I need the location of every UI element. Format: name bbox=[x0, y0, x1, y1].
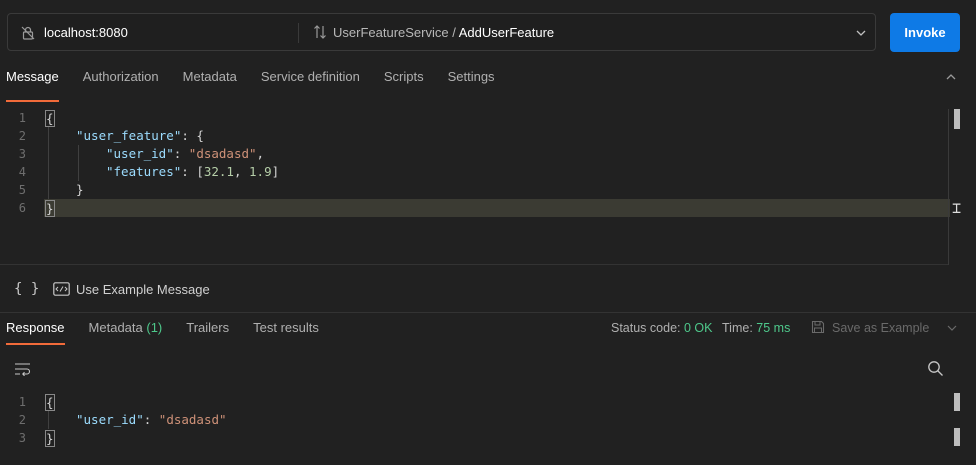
editor-edge bbox=[948, 109, 949, 265]
tab-metadata[interactable]: Metadata bbox=[177, 68, 243, 94]
tab-settings[interactable]: Settings bbox=[442, 68, 501, 94]
tab-response[interactable]: Response bbox=[0, 319, 71, 345]
tab-authorization[interactable]: Authorization bbox=[77, 68, 165, 94]
json-punct: : bbox=[173, 146, 189, 161]
time-value: 75 ms bbox=[756, 321, 791, 335]
response-scrollbar[interactable] bbox=[954, 393, 960, 411]
status-code: Status code: 0 OK bbox=[611, 321, 712, 335]
code-line-6: } bbox=[45, 200, 55, 217]
json-number: 1.9 bbox=[249, 164, 272, 179]
response-line-3: } bbox=[45, 430, 55, 447]
unary-arrows-icon bbox=[314, 25, 326, 39]
editor-divider bbox=[0, 264, 948, 265]
line-number: 1 bbox=[18, 111, 26, 125]
tab-label: Metadata bbox=[88, 320, 143, 335]
code-line-2: "user_feature": { bbox=[76, 128, 204, 143]
request-bar: localhost:8080 UserFeatureService / AddU… bbox=[7, 13, 876, 51]
tab-trailers[interactable]: Trailers bbox=[180, 319, 235, 337]
line-number: 3 bbox=[18, 147, 26, 161]
tab-response-metadata[interactable]: Metadata (1) bbox=[83, 319, 169, 337]
line-number: 6 bbox=[18, 201, 26, 215]
code-line-1: { bbox=[45, 110, 55, 127]
save-as-example-button[interactable]: Save as Example bbox=[832, 321, 929, 335]
json-string: "dsadasd" bbox=[158, 412, 227, 427]
json-number: 32.1 bbox=[203, 164, 234, 179]
line-number: 1 bbox=[18, 395, 26, 409]
status-value: 0 OK bbox=[683, 321, 713, 335]
indent-guide bbox=[78, 145, 79, 181]
chevron-up-icon[interactable] bbox=[944, 70, 958, 84]
tab-scripts[interactable]: Scripts bbox=[378, 68, 430, 94]
beautify-braces-icon[interactable]: { } bbox=[14, 281, 39, 297]
no-tls-lock-icon[interactable] bbox=[20, 25, 36, 41]
json-punct: ] bbox=[271, 164, 280, 179]
word-wrap-icon[interactable] bbox=[14, 362, 31, 376]
use-example-message-button[interactable]: Use Example Message bbox=[76, 282, 210, 297]
chevron-down-icon[interactable] bbox=[946, 322, 958, 334]
invoke-button[interactable]: Invoke bbox=[890, 13, 960, 52]
response-time: Time: 75 ms bbox=[722, 321, 790, 335]
save-icon bbox=[811, 320, 825, 334]
indent-guide bbox=[48, 127, 49, 199]
line-number: 4 bbox=[18, 165, 26, 179]
service-name: UserFeatureService bbox=[333, 25, 449, 40]
line-number: 5 bbox=[18, 183, 26, 197]
panel-divider[interactable] bbox=[0, 312, 976, 313]
server-url[interactable]: localhost:8080 bbox=[44, 25, 128, 40]
json-key: "user_id" bbox=[106, 146, 174, 161]
json-punct: : bbox=[143, 412, 159, 427]
indent-guide bbox=[48, 411, 49, 429]
json-punct: , bbox=[233, 164, 250, 179]
json-punct: , bbox=[256, 146, 265, 161]
line-number: 2 bbox=[18, 413, 26, 427]
example-message-icon[interactable] bbox=[53, 282, 70, 296]
tab-service-definition[interactable]: Service definition bbox=[255, 68, 366, 94]
json-key: "features" bbox=[106, 164, 182, 179]
method-selector[interactable]: UserFeatureService / AddUserFeature bbox=[333, 25, 554, 40]
tab-message[interactable]: Message bbox=[0, 68, 65, 102]
json-punct: : { bbox=[181, 128, 204, 143]
response-tabs: Response Metadata (1) Trailers Test resu… bbox=[0, 319, 337, 345]
response-line-2: "user_id": "dsadasd" bbox=[76, 412, 227, 427]
tab-test-results[interactable]: Test results bbox=[247, 319, 325, 337]
code-line-5: } bbox=[76, 182, 84, 197]
code-line-4: "features": [32.1, 1.9] bbox=[106, 164, 279, 179]
json-punct: : [ bbox=[181, 164, 204, 179]
line-number: 3 bbox=[18, 431, 26, 445]
json-key: "user_feature" bbox=[76, 128, 182, 143]
current-line-highlight bbox=[44, 199, 950, 217]
url-divider bbox=[298, 23, 299, 43]
method-name: AddUserFeature bbox=[458, 25, 555, 40]
time-label: Time: bbox=[722, 321, 753, 335]
text-cursor-icon: ⌶ bbox=[952, 199, 962, 217]
json-key: "user_id" bbox=[76, 412, 144, 427]
response-line-1: { bbox=[45, 394, 55, 411]
response-scrollbar-marker bbox=[954, 428, 960, 446]
search-icon[interactable] bbox=[927, 360, 944, 377]
line-number: 2 bbox=[18, 129, 26, 143]
method-separator: / bbox=[452, 25, 456, 40]
code-line-3: "user_id": "dsadasd", bbox=[106, 146, 264, 161]
request-tabs: Message Authorization Metadata Service d… bbox=[0, 68, 513, 102]
metadata-count-badge: (1) bbox=[146, 320, 163, 335]
json-string: "dsadasd" bbox=[188, 146, 257, 161]
status-label: Status code: bbox=[611, 321, 681, 335]
chevron-down-icon[interactable] bbox=[854, 26, 868, 40]
editor-scrollbar[interactable] bbox=[954, 109, 960, 129]
